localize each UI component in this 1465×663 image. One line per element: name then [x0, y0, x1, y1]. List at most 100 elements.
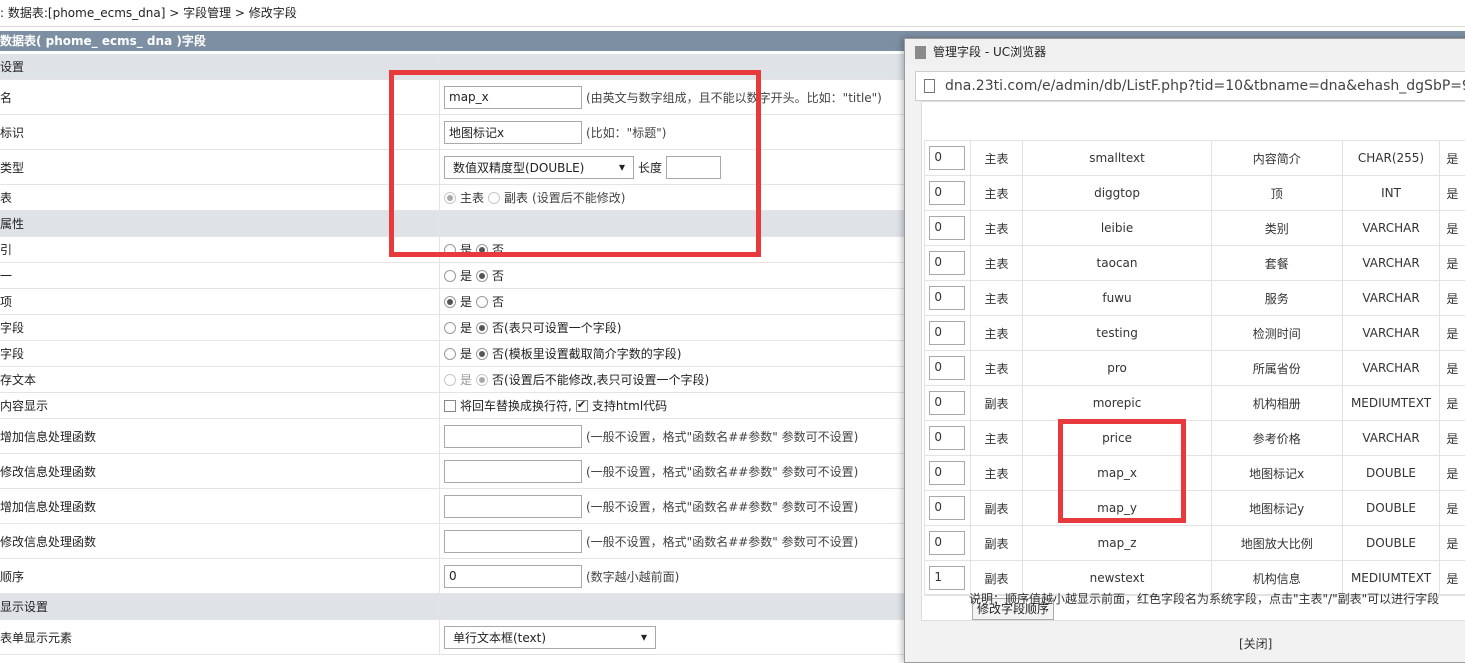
- field4-yes-radio[interactable]: [444, 322, 456, 334]
- table-row: 0主表diggtop顶INT是: [925, 176, 1465, 211]
- table-type-link[interactable]: 主表: [985, 292, 1009, 306]
- order-input[interactable]: 0: [929, 181, 965, 205]
- form-element-value: 单行文本框(text): [453, 629, 546, 646]
- edit-func2-input[interactable]: [444, 530, 582, 553]
- order-input[interactable]: 0: [929, 146, 965, 170]
- address-bar[interactable]: dna.23ti.com/e/admin/db/ListF.php?tid=10…: [915, 71, 1465, 101]
- field-type-cell: VARCHAR: [1362, 221, 1419, 235]
- field-caption-cell-cell: 类别: [1211, 211, 1342, 246]
- table-type-link[interactable]: 主表: [985, 222, 1009, 236]
- field-caption-label: 标识: [0, 115, 440, 149]
- table-type-link[interactable]: 主表: [985, 432, 1009, 446]
- field-type-cell-cell: CHAR(255): [1342, 141, 1440, 176]
- table-type-link-cell: 副表: [970, 526, 1022, 561]
- field-extra-cell: 是: [1446, 327, 1458, 341]
- order-input-cell: 0: [925, 246, 971, 281]
- close-link[interactable]: [关闭]: [1239, 635, 1272, 652]
- field-extra-cell: 是: [1446, 537, 1458, 551]
- field5-hint: 否(模板里设置截取简介字数的字段): [492, 345, 681, 362]
- field-caption-cell-cell: 检测时间: [1211, 316, 1342, 351]
- order-input[interactable]: 0: [929, 286, 965, 310]
- section-basic-label: 设置: [0, 54, 440, 79]
- field5-yes-radio[interactable]: [444, 348, 456, 360]
- order-input[interactable]: 0: [929, 531, 965, 555]
- table-type-link[interactable]: 副表: [985, 397, 1009, 411]
- field-name-cell: pro: [1107, 361, 1127, 375]
- table-type-link[interactable]: 主表: [985, 187, 1009, 201]
- table-row: 0副表map_y地图标记yDOUBLE是: [925, 491, 1465, 526]
- add-func-input[interactable]: [444, 425, 582, 448]
- table-type-link-cell: 主表: [970, 141, 1022, 176]
- table-type-link[interactable]: 主表: [985, 467, 1009, 481]
- field-type-cell: VARCHAR: [1362, 361, 1419, 375]
- edit-func-input[interactable]: [444, 460, 582, 483]
- dropdown-arrow-icon: ▾: [641, 630, 647, 644]
- order-input[interactable]: 0: [929, 251, 965, 275]
- field6-yes-radio[interactable]: [444, 374, 456, 386]
- add-func2-input[interactable]: [444, 495, 582, 518]
- order-input[interactable]: 0: [929, 321, 965, 345]
- order-input-cell: 0: [925, 421, 971, 456]
- manage-fields-window: 管理字段 - UC浏览器 dna.23ti.com/e/admin/db/Lis…: [904, 38, 1465, 663]
- html-checkbox[interactable]: [576, 400, 588, 412]
- field-caption-cell-cell: 服务: [1211, 281, 1342, 316]
- field5-yes-label: 是: [460, 345, 472, 362]
- order-input[interactable]: 0: [929, 356, 965, 380]
- field-caption-cell: 内容简介: [1253, 152, 1301, 166]
- required-no-radio[interactable]: [476, 296, 488, 308]
- field-name-cell-cell: leibie: [1023, 211, 1211, 246]
- table-type-link[interactable]: 副表: [985, 502, 1009, 516]
- table-type-link-cell: 主表: [970, 421, 1022, 456]
- field-caption-cell: 地图标记x: [1249, 467, 1304, 481]
- field-name-cell: testing: [1096, 326, 1138, 340]
- order-input[interactable]: 0: [929, 461, 965, 485]
- unique-no-radio[interactable]: [476, 270, 488, 282]
- field-name-label: 名: [0, 80, 440, 114]
- field-extra-cell: 是: [1446, 362, 1458, 376]
- table-type-link[interactable]: 主表: [985, 257, 1009, 271]
- page-icon: [915, 46, 926, 59]
- unique-yes-radio[interactable]: [444, 270, 456, 282]
- field-caption-cell: 服务: [1265, 292, 1289, 306]
- unique-label: 一: [0, 263, 440, 288]
- table-type-link[interactable]: 主表: [985, 152, 1009, 166]
- field6-label: 存文本: [0, 367, 440, 392]
- field-type-cell-cell: VARCHAR: [1342, 316, 1440, 351]
- field-caption-cell-cell: 套餐: [1211, 246, 1342, 281]
- table-row: 0副表morepic机构相册MEDIUMTEXT是: [925, 386, 1465, 421]
- order-input-cell: 0: [925, 211, 971, 246]
- order-input[interactable]: 0: [929, 216, 965, 240]
- add-func-label: 增加信息处理函数: [0, 419, 440, 453]
- field-extra-cell: 是: [1446, 467, 1458, 481]
- table-type-link[interactable]: 副表: [985, 572, 1009, 586]
- table-type-link[interactable]: 主表: [985, 362, 1009, 376]
- field-extra-cell-cell: 是: [1440, 421, 1465, 456]
- field4-no-radio[interactable]: [476, 322, 488, 334]
- field-type-cell: CHAR(255): [1358, 151, 1424, 165]
- field-type-cell: DOUBLE: [1366, 501, 1416, 515]
- field-extra-cell-cell: 是: [1440, 141, 1465, 176]
- window-title: 管理字段 - UC浏览器: [933, 45, 1046, 59]
- field-caption-cell-cell: 顶: [1211, 176, 1342, 211]
- field-type-cell-cell: DOUBLE: [1342, 456, 1440, 491]
- field-extra-cell: 是: [1446, 187, 1458, 201]
- form-element-select[interactable]: 单行文本框(text) ▾: [444, 626, 656, 649]
- field-name-cell: morepic: [1093, 396, 1142, 410]
- table-type-link[interactable]: 主表: [985, 327, 1009, 341]
- order-input[interactable]: 0: [444, 565, 582, 588]
- order-input-cell: 0: [925, 316, 971, 351]
- order-input[interactable]: 0: [929, 426, 965, 450]
- order-input-cell: 0: [925, 386, 971, 421]
- field5-no-radio[interactable]: [476, 348, 488, 360]
- order-input[interactable]: 0: [929, 496, 965, 520]
- required-yes-radio[interactable]: [444, 296, 456, 308]
- field6-no-radio[interactable]: [476, 374, 488, 386]
- order-input[interactable]: 0: [929, 391, 965, 415]
- table-row: 0 主表 testing 检测时间VARCHAR 是: [925, 316, 1465, 351]
- field-name-cell-cell: testing: [1023, 316, 1211, 351]
- newline-checkbox[interactable]: [444, 400, 456, 412]
- table-type-link[interactable]: 副表: [985, 537, 1009, 551]
- field4-hint: 否(表只可设置一个字段): [492, 319, 621, 336]
- order-input-cell: 0: [925, 526, 971, 561]
- field-type-cell-cell: MEDIUMTEXT: [1342, 386, 1440, 421]
